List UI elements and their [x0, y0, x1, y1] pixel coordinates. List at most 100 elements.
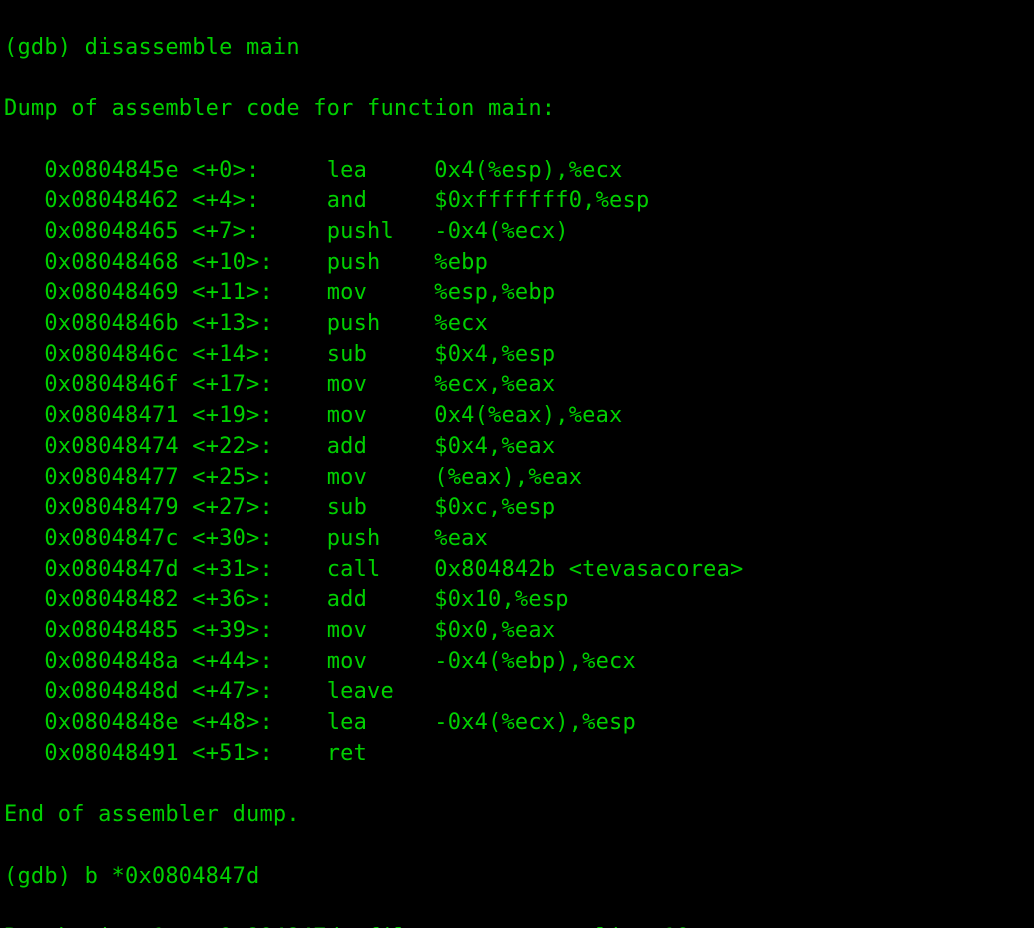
instr-address: 0x08048479 — [44, 495, 192, 520]
disasm-line: 0x0804848d <+47>: leave — [4, 677, 1030, 708]
instr-address: 0x0804847c — [44, 526, 192, 551]
instr-address: 0x08048477 — [44, 465, 192, 490]
instr-address: 0x0804846b — [44, 311, 192, 336]
instr-offset: <+36>: — [192, 587, 326, 612]
instr-mnemonic: mov — [327, 465, 435, 490]
instr-operands: %eax — [434, 526, 488, 551]
instr-address: 0x0804848e — [44, 710, 192, 735]
instr-offset: <+14>: — [192, 342, 326, 367]
instr-offset: <+30>: — [192, 526, 326, 551]
instr-operands: -0x4(%ecx) — [434, 219, 568, 244]
cmd-disassemble: disassemble main — [85, 35, 300, 60]
disasm-line: 0x08048491 <+51>: ret — [4, 739, 1030, 770]
instr-offset: <+22>: — [192, 434, 326, 459]
disasm-line: 0x08048468 <+10>: push %ebp — [4, 248, 1030, 279]
instr-mnemonic: pushl — [327, 219, 435, 244]
instr-address: 0x08048474 — [44, 434, 192, 459]
instr-mnemonic: push — [327, 526, 435, 551]
instr-address: 0x08048462 — [44, 188, 192, 213]
instr-operands: $0x10,%esp — [434, 587, 568, 612]
instr-operands: 0x4(%esp),%ecx — [434, 158, 622, 183]
instr-operands: $0x4,%esp — [434, 342, 555, 367]
instr-offset: <+0>: — [192, 158, 326, 183]
instr-mnemonic: mov — [327, 372, 435, 397]
instr-address: 0x0804848d — [44, 679, 192, 704]
instr-address: 0x0804845e — [44, 158, 192, 183]
disasm-line: 0x0804848a <+44>: mov -0x4(%ebp),%ecx — [4, 647, 1030, 678]
cmd-line-2: (gdb) b *0x0804847d — [4, 862, 1030, 893]
instr-offset: <+7>: — [192, 219, 326, 244]
disasm-line: 0x0804848e <+48>: lea -0x4(%ecx),%esp — [4, 708, 1030, 739]
disasm-line: 0x08048479 <+27>: sub $0xc,%esp — [4, 493, 1030, 524]
instr-mnemonic: ret — [327, 741, 435, 766]
instr-address: 0x08048491 — [44, 741, 192, 766]
instr-offset: <+51>: — [192, 741, 326, 766]
instr-offset: <+31>: — [192, 557, 326, 582]
instr-mnemonic: lea — [327, 710, 435, 735]
disasm-line: 0x08048474 <+22>: add $0x4,%eax — [4, 432, 1030, 463]
instr-operands: $0xc,%esp — [434, 495, 555, 520]
instr-offset: <+19>: — [192, 403, 326, 428]
instr-operands: 0x804842b <tevasacorea> — [434, 557, 743, 582]
instr-mnemonic: mov — [327, 618, 435, 643]
gdb-prompt: (gdb) — [4, 864, 85, 889]
instr-address: 0x08048482 — [44, 587, 192, 612]
instr-offset: <+11>: — [192, 280, 326, 305]
instr-offset: <+47>: — [192, 679, 326, 704]
gdb-terminal[interactable]: (gdb) disassemble main Dump of assembler… — [0, 0, 1034, 928]
disasm-line: 0x08048485 <+39>: mov $0x0,%eax — [4, 616, 1030, 647]
instr-mnemonic: push — [327, 250, 435, 275]
instr-mnemonic: call — [327, 557, 435, 582]
cmd-break: b *0x0804847d — [85, 864, 260, 889]
instr-operands: $0xfffffff0,%esp — [434, 188, 649, 213]
instr-operands: %esp,%ebp — [434, 280, 555, 305]
instr-offset: <+4>: — [192, 188, 326, 213]
instr-operands: -0x4(%ecx),%esp — [434, 710, 636, 735]
disasm-line: 0x08048471 <+19>: mov 0x4(%eax),%eax — [4, 401, 1030, 432]
disasm-line: 0x0804846b <+13>: push %ecx — [4, 309, 1030, 340]
disasm-line: 0x0804846c <+14>: sub $0x4,%esp — [4, 340, 1030, 371]
instr-offset: <+39>: — [192, 618, 326, 643]
instr-address: 0x0804847d — [44, 557, 192, 582]
instr-address: 0x08048469 — [44, 280, 192, 305]
disasm-line: 0x0804847c <+30>: push %eax — [4, 524, 1030, 555]
dump-footer: End of assembler dump. — [4, 800, 1030, 831]
instr-mnemonic: add — [327, 587, 435, 612]
disasm-line: 0x08048477 <+25>: mov (%eax),%eax — [4, 463, 1030, 494]
instr-address: 0x0804846f — [44, 372, 192, 397]
instr-mnemonic: sub — [327, 342, 435, 367]
gdb-prompt: (gdb) — [4, 35, 85, 60]
dump-header: Dump of assembler code for function main… — [4, 94, 1030, 125]
disasm-line: 0x08048482 <+36>: add $0x10,%esp — [4, 585, 1030, 616]
cmd-line-1: (gdb) disassemble main — [4, 33, 1030, 64]
instr-mnemonic: and — [327, 188, 435, 213]
instr-address: 0x08048468 — [44, 250, 192, 275]
instr-operands: -0x4(%ebp),%ecx — [434, 649, 636, 674]
instr-mnemonic: leave — [327, 679, 435, 704]
instr-mnemonic: mov — [327, 403, 435, 428]
instr-offset: <+10>: — [192, 250, 326, 275]
disasm-line: 0x08048469 <+11>: mov %esp,%ebp — [4, 278, 1030, 309]
instr-operands: %ebp — [434, 250, 488, 275]
disasm-line: 0x0804846f <+17>: mov %ecx,%eax — [4, 370, 1030, 401]
instr-operands: 0x4(%eax),%eax — [434, 403, 622, 428]
instr-offset: <+44>: — [192, 649, 326, 674]
instr-operands: (%eax),%eax — [434, 465, 582, 490]
instr-operands: %ecx,%eax — [434, 372, 555, 397]
breakpoint-result: Breakpoint 1 at 0x804847d: file programa… — [4, 923, 1030, 928]
instr-operands: $0x0,%eax — [434, 618, 555, 643]
disasm-line: 0x0804847d <+31>: call 0x804842b <tevasa… — [4, 555, 1030, 586]
disasm-line: 0x08048465 <+7>: pushl -0x4(%ecx) — [4, 217, 1030, 248]
instr-operands: %ecx — [434, 311, 488, 336]
instr-mnemonic: mov — [327, 649, 435, 674]
instr-mnemonic: sub — [327, 495, 435, 520]
instr-mnemonic: lea — [327, 158, 435, 183]
instr-address: 0x08048485 — [44, 618, 192, 643]
instr-mnemonic: mov — [327, 280, 435, 305]
instr-offset: <+17>: — [192, 372, 326, 397]
instr-address: 0x0804846c — [44, 342, 192, 367]
instr-address: 0x0804848a — [44, 649, 192, 674]
instr-mnemonic: add — [327, 434, 435, 459]
disasm-line: 0x0804845e <+0>: lea 0x4(%esp),%ecx — [4, 156, 1030, 187]
instr-offset: <+25>: — [192, 465, 326, 490]
